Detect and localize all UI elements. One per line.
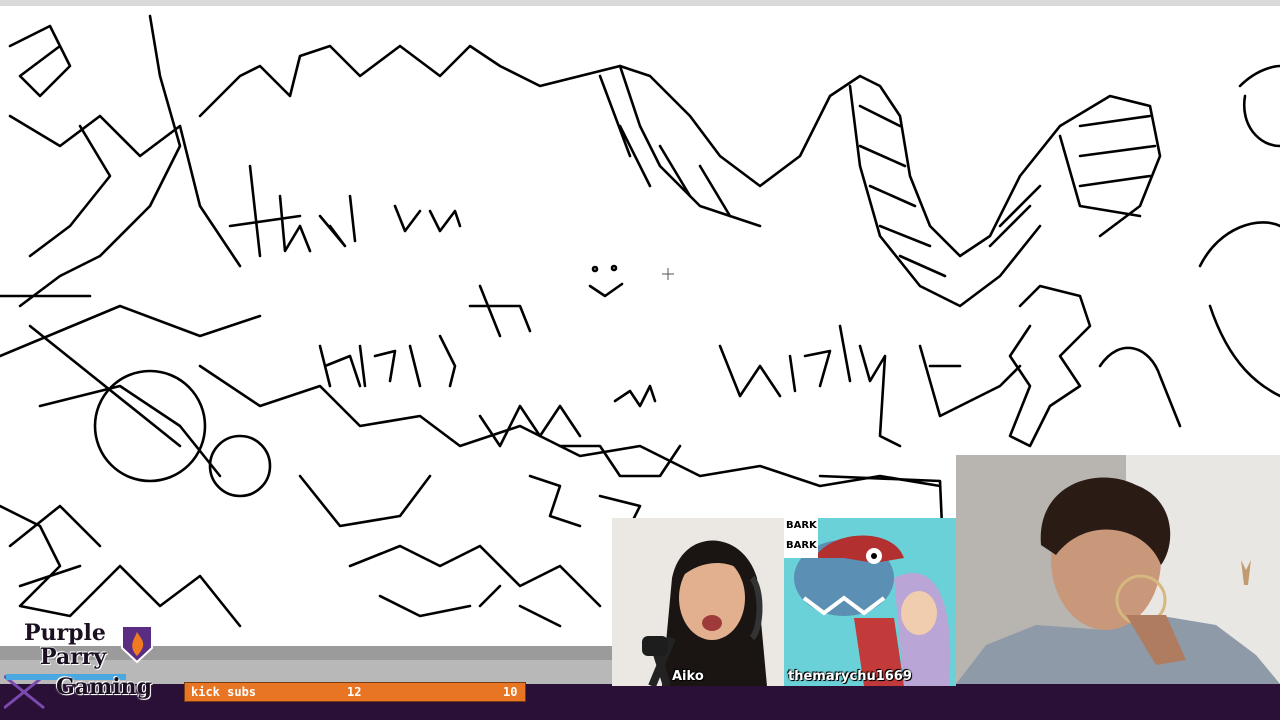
webcam-aiko: Aiko	[612, 518, 784, 686]
kick-subs-goal-bar: kick subs 12 10	[184, 682, 526, 702]
cam-name-aiko: Aiko	[672, 669, 704, 684]
goal-target: 10	[503, 685, 518, 699]
webcam-themarychu1669: BARK BARK themarychu1669	[784, 518, 956, 686]
webcam-main	[956, 455, 1280, 684]
cam-name-themarychu: themarychu1669	[788, 669, 912, 684]
bark-text-2: BARK	[786, 540, 817, 551]
logo-text-parry: Parry	[40, 644, 107, 670]
mountain-scribble	[198, 44, 1162, 258]
bark-text-1: BARK	[786, 520, 817, 531]
logo-text-gaming: Gaming	[56, 674, 153, 700]
crossed-swords-icon	[3, 674, 45, 710]
purple-parry-gaming-logo: Purple Parry Gaming	[3, 618, 174, 718]
logo-text-purple: Purple	[24, 620, 106, 646]
goal-label: kick subs	[191, 685, 257, 699]
goal-current: 12	[347, 685, 362, 699]
crosshair-cursor-icon	[662, 268, 674, 280]
